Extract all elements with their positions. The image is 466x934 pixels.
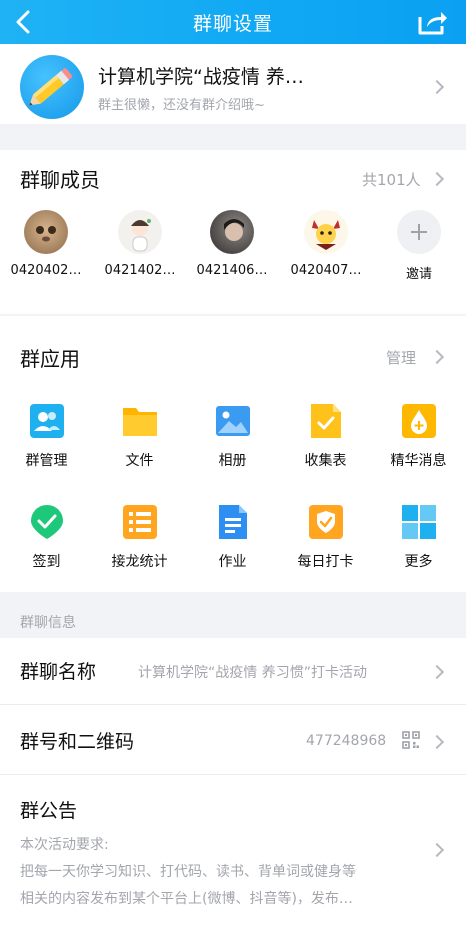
- back-arrow-icon[interactable]: [14, 6, 42, 38]
- group-avatar[interactable]: [20, 55, 84, 119]
- invite-label: 邀请: [405, 267, 432, 282]
- member-count[interactable]: 共101人: [362, 169, 421, 190]
- group-name: 计算机学院“战疫情 养…: [98, 66, 304, 88]
- member-avatar: [304, 210, 348, 254]
- folder-icon: [122, 403, 158, 439]
- app-solitaire[interactable]: 接龙统计: [93, 504, 186, 571]
- member-avatar: [118, 210, 162, 254]
- app-label: 签到: [32, 554, 61, 570]
- member-name: 0421406…: [196, 263, 268, 278]
- info-section-label: 群聊信息: [20, 615, 76, 631]
- homework-icon: [215, 504, 251, 540]
- app-label: 每日打卡: [297, 554, 354, 570]
- plus-icon: [397, 210, 441, 254]
- member-item[interactable]: 0421402…: [94, 210, 186, 278]
- app-homework[interactable]: 作业: [186, 504, 279, 571]
- checkin-icon: [29, 504, 65, 540]
- member-name: 0420407…: [290, 263, 362, 278]
- app-label: 更多: [404, 554, 433, 570]
- chevron-right-icon: [429, 79, 445, 95]
- more-grid-icon: [401, 504, 437, 540]
- app-collect-form[interactable]: 收集表: [279, 403, 372, 470]
- group-number-value[interactable]: 477248968: [306, 733, 386, 749]
- solitaire-icon: [122, 504, 158, 540]
- app-label: 相册: [218, 453, 247, 469]
- member-name: 0421402…: [104, 263, 176, 278]
- group-manage-icon: [29, 403, 65, 439]
- app-label: 收集表: [304, 453, 347, 469]
- app-label: 接龙统计: [111, 554, 168, 570]
- app-label: 群管理: [25, 453, 68, 469]
- daily-clock-icon: [308, 504, 344, 540]
- page-title: 群聊设置: [192, 12, 273, 35]
- apps-manage-link[interactable]: 管理: [386, 347, 416, 368]
- app-group-manage[interactable]: 群管理: [0, 403, 93, 470]
- app-essence[interactable]: 精华消息: [372, 403, 465, 470]
- app-checkin[interactable]: 签到: [0, 504, 93, 571]
- qr-code-icon[interactable]: [402, 731, 420, 749]
- group-notice-title[interactable]: 群公告: [20, 796, 77, 823]
- app-label: 精华消息: [390, 453, 447, 469]
- members-section-title: 群聊成员: [20, 168, 100, 192]
- nav-bar: 群聊设置: [0, 0, 466, 44]
- notice-line: 本次活动要求:: [20, 837, 109, 853]
- group-description: 群主很懒，还没有群介绍哦~: [98, 98, 265, 113]
- member-avatar: [210, 210, 254, 254]
- pencil-icon: [29, 68, 73, 106]
- app-files[interactable]: 文件: [93, 403, 186, 470]
- app-album[interactable]: 相册: [186, 403, 279, 470]
- notice-line: 相关的内容发布到某个平台上(微博、抖音等)，发布…: [20, 891, 353, 907]
- invite-button[interactable]: 邀请: [373, 210, 465, 282]
- member-item[interactable]: 0420402…: [0, 210, 92, 278]
- essence-icon: [401, 403, 437, 439]
- album-icon: [215, 403, 251, 439]
- app-label: 文件: [125, 453, 154, 469]
- apps-section-title: 群应用: [20, 347, 80, 371]
- member-item[interactable]: 0421406…: [186, 210, 278, 278]
- app-more[interactable]: 更多: [372, 504, 465, 571]
- member-name: 0420402…: [10, 263, 82, 278]
- group-name-value[interactable]: 计算机学院“战疫情 养习惯”打卡活动: [138, 662, 367, 682]
- group-name-row-title[interactable]: 群聊名称: [20, 657, 96, 684]
- app-label: 作业: [218, 554, 247, 570]
- share-icon[interactable]: [416, 7, 448, 37]
- form-icon: [308, 403, 344, 439]
- divider: [0, 774, 466, 775]
- member-item[interactable]: 0420407…: [280, 210, 372, 278]
- divider: [0, 704, 466, 705]
- group-number-row-title[interactable]: 群号和二维码: [20, 727, 134, 754]
- notice-line: 把每一天你学习知识、打代码、读书、背单词或健身等: [20, 864, 356, 880]
- member-avatar: [24, 210, 68, 254]
- app-daily-clock[interactable]: 每日打卡: [279, 504, 372, 571]
